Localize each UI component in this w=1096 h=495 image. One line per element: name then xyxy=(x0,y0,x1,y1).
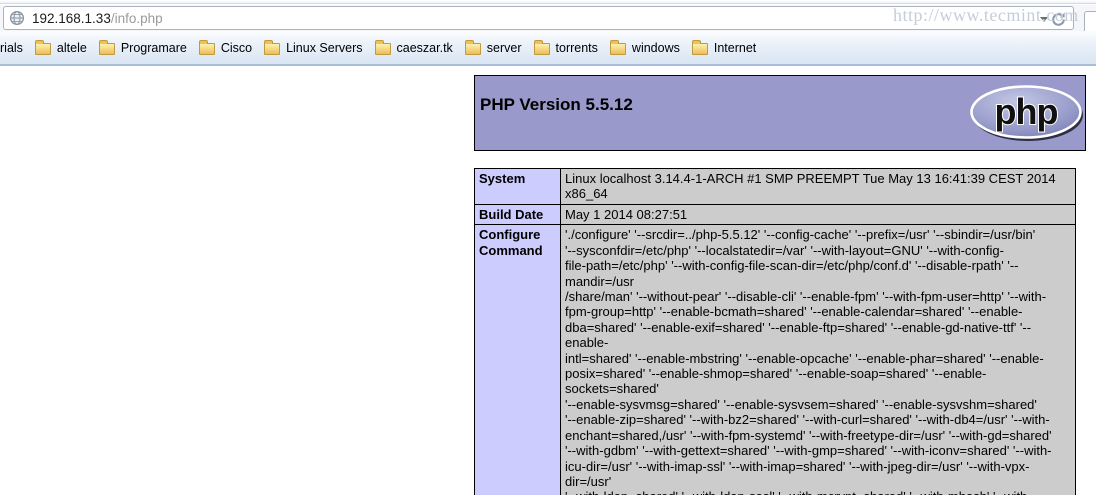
bookmark-folder-item[interactable]: altele xyxy=(30,38,92,58)
bookmark-folder-item[interactable]: caeszar.tk xyxy=(370,38,458,58)
row-label: Configure Command xyxy=(474,224,561,495)
bookmark-label: windows xyxy=(631,40,680,55)
url-host: 192.168.1.33 xyxy=(32,10,111,26)
navigation-toolbar: 192.168.1.33/info.php xyxy=(0,5,1096,35)
url-history-dropdown-icon[interactable] xyxy=(1040,17,1048,22)
bookmark-label: server xyxy=(486,40,522,55)
bookmark-label: Linux Servers xyxy=(286,40,363,55)
bookmark-label: caeszar.tk xyxy=(396,40,453,55)
php-version-title: PHP Version 5.5.12 xyxy=(480,95,633,114)
url-path: /info.php xyxy=(110,10,163,26)
table-row: Configure Command './configure' '--srcdi… xyxy=(474,224,1076,495)
bookmark-folder-item[interactable]: Linux Servers xyxy=(259,38,367,58)
folder-icon xyxy=(264,39,281,55)
phpinfo-header: PHP Version 5.5.12 php xyxy=(474,75,1086,151)
bookmark-label: Cisco xyxy=(220,40,253,55)
bookmark-folder-item[interactable]: Programare xyxy=(94,38,192,58)
table-row: System Linux localhost 3.14.4-1-ARCH #1 … xyxy=(474,168,1076,205)
tab-strip-edge xyxy=(0,0,1096,4)
address-bar[interactable]: 192.168.1.33/info.php xyxy=(3,6,1074,30)
phpinfo-table: System Linux localhost 3.14.4-1-ARCH #1 … xyxy=(474,168,1076,495)
bookmark-label: altele xyxy=(56,40,87,55)
row-label: Build Date xyxy=(474,203,561,226)
folder-icon xyxy=(464,39,481,55)
row-value: Linux localhost 3.14.4-1-ARCH #1 SMP PRE… xyxy=(560,168,1076,205)
bookmark-label: torrents xyxy=(555,40,598,55)
row-value: './configure' '--srcdir=../php-5.5.12' '… xyxy=(560,224,1076,495)
bookmark-label: Programare xyxy=(120,40,187,55)
table-row: Build Date May 1 2014 08:27:51 xyxy=(474,203,1076,226)
folder-icon xyxy=(374,39,391,55)
folder-icon xyxy=(533,39,550,55)
folder-icon xyxy=(198,39,215,55)
bookmark-folder-item[interactable]: Cisco xyxy=(194,38,257,58)
bookmark-label: rials xyxy=(0,40,23,55)
reload-icon[interactable] xyxy=(1050,11,1067,28)
php-logo: php xyxy=(970,85,1083,141)
folder-icon xyxy=(691,39,708,55)
php-logo-text: php xyxy=(995,91,1058,132)
site-identity-globe-icon[interactable] xyxy=(9,10,25,26)
folder-icon xyxy=(609,39,626,55)
folder-icon xyxy=(34,39,51,55)
bookmarks-bar: rials altele Programare Cisco Linux Serv… xyxy=(0,31,1096,66)
bookmark-label: Internet xyxy=(713,40,757,55)
browser-window: 192.168.1.33/info.php http://www.tecmint… xyxy=(0,0,1096,495)
bookmark-folder-item[interactable]: torrents xyxy=(529,38,603,58)
row-label: System xyxy=(474,168,561,205)
bookmark-folder-item[interactable]: rials xyxy=(0,38,28,58)
bookmark-folder-item[interactable]: Internet xyxy=(687,38,761,58)
url-text[interactable]: 192.168.1.33/info.php xyxy=(32,11,163,26)
row-value: May 1 2014 08:27:51 xyxy=(560,203,1076,226)
bookmark-folder-item[interactable]: server xyxy=(460,38,527,58)
bookmark-folder-item[interactable]: windows xyxy=(605,38,685,58)
folder-icon xyxy=(98,39,115,55)
